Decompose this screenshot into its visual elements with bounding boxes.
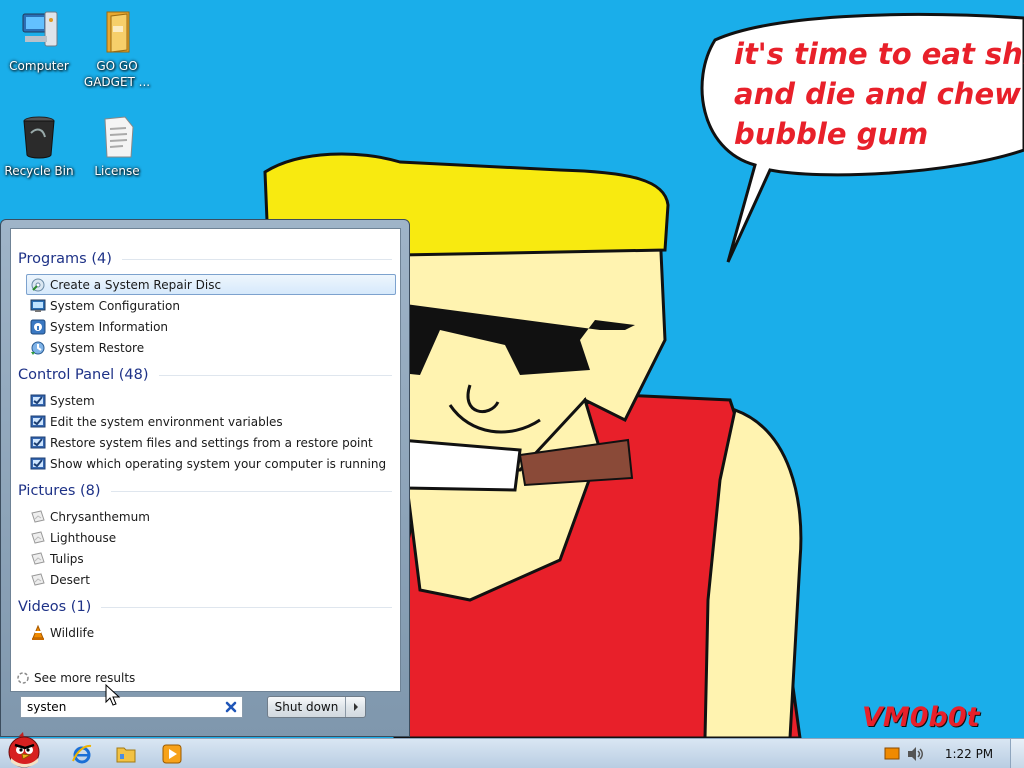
desktop-icon-license[interactable]: License: [80, 113, 154, 179]
result-item-desert[interactable]: Desert: [26, 569, 396, 590]
system-config-icon: [30, 299, 46, 312]
shutdown-control: Shut down: [267, 696, 366, 718]
desktop-icon-label: Computer: [9, 59, 69, 73]
result-item-system-information[interactable]: System Information: [26, 316, 396, 337]
result-label: Restore system files and settings from a…: [50, 435, 373, 450]
taskbar-windows-explorer[interactable]: [106, 740, 146, 767]
shutdown-options-button[interactable]: [346, 697, 365, 717]
result-label: System Configuration: [50, 298, 180, 313]
result-item-tulips[interactable]: Tulips: [26, 548, 396, 569]
result-label: Chrysanthemum: [50, 509, 150, 524]
result-item-wildlife[interactable]: Wildlife: [26, 622, 396, 643]
desktop-icon-label: Recycle Bin: [4, 164, 74, 178]
media-player-icon: [162, 744, 182, 763]
picture-file-icon: [31, 551, 45, 565]
system-info-icon: [30, 319, 46, 334]
result-item-system[interactable]: System: [26, 390, 396, 411]
speech-line: and die and chew: [734, 77, 1021, 111]
taskbar-clock[interactable]: 1:22 PM: [936, 739, 1002, 768]
control-panel-icon: [30, 415, 46, 427]
control-panel-icon: [30, 394, 46, 406]
recycle-bin-icon: [23, 116, 55, 159]
result-label: Wildlife: [50, 625, 95, 640]
control-panel-icon: [30, 436, 46, 448]
taskbar-media-player[interactable]: [152, 740, 192, 767]
angry-bird-icon: [8, 731, 40, 767]
volume-icon[interactable]: [906, 746, 924, 762]
desktop-icon-label: GO GO GADGET ...: [83, 59, 151, 89]
result-item-create-system-repair-disc[interactable]: Create a System Repair Disc: [26, 274, 396, 295]
start-search-box[interactable]: [20, 696, 243, 718]
start-menu: Programs (4) Create a System Repair Disc…: [0, 219, 410, 737]
desktop-icon-computer[interactable]: Computer: [2, 8, 76, 74]
document-icon: [104, 116, 134, 158]
result-item-lighthouse[interactable]: Lighthouse: [26, 527, 396, 548]
picture-file-icon: [31, 530, 45, 544]
see-more-icon: [17, 672, 29, 684]
desktop-icon-folder[interactable]: GO GO GADGET ...: [80, 8, 154, 90]
result-item-edit-environment-variables[interactable]: Edit the system environment variables: [26, 411, 396, 432]
group-title: Programs (4): [18, 251, 112, 267]
see-more-label: See more results: [34, 671, 136, 685]
repair-disc-icon: [31, 278, 45, 291]
wallpaper-signature: VM0b0t: [862, 702, 980, 733]
results-group-programs[interactable]: Programs (4): [18, 249, 392, 269]
mouse-cursor-icon: [105, 684, 121, 706]
picture-file-icon: [31, 509, 45, 523]
result-item-chrysanthemum[interactable]: Chrysanthemum: [26, 506, 396, 527]
control-panel-icon: [30, 457, 46, 469]
computer-icon: [22, 11, 58, 47]
group-title: Control Panel (48): [18, 367, 149, 383]
speech-line: bubble gum: [734, 117, 929, 151]
search-results-panel: Programs (4) Create a System Repair Disc…: [10, 228, 401, 692]
result-label: System Information: [50, 319, 169, 334]
chevron-right-icon: [353, 703, 358, 711]
result-item-system-restore[interactable]: System Restore: [26, 337, 396, 358]
windows-explorer-icon: [116, 747, 136, 762]
result-label: System: [50, 393, 95, 408]
show-desktop-button[interactable]: [1010, 739, 1024, 768]
shutdown-button[interactable]: Shut down: [268, 697, 346, 717]
result-item-restore-system-files[interactable]: Restore system files and settings from a…: [26, 432, 396, 453]
results-group-pictures[interactable]: Pictures (8): [18, 481, 392, 501]
desktop-icon-recycle-bin[interactable]: Recycle Bin: [2, 113, 76, 179]
result-item-system-configuration[interactable]: System Configuration: [26, 295, 396, 316]
taskbar: 1:22 PM: [0, 731, 1024, 768]
result-label: Show which operating system your compute…: [50, 456, 387, 471]
desktop-icon-label: License: [94, 164, 140, 178]
clear-search-icon[interactable]: [223, 699, 239, 715]
result-label: Tulips: [50, 551, 84, 566]
action-center-flag-icon[interactable]: [884, 747, 900, 761]
taskbar-internet-explorer[interactable]: [62, 740, 102, 767]
results-group-control-panel[interactable]: Control Panel (48): [18, 365, 392, 385]
group-title: Videos (1): [18, 599, 92, 615]
system-restore-icon: [31, 341, 45, 355]
start-button[interactable]: [2, 731, 46, 768]
picture-file-icon: [31, 572, 45, 586]
result-item-show-operating-system[interactable]: Show which operating system your compute…: [26, 453, 396, 474]
result-label: Lighthouse: [50, 530, 117, 545]
speech-bubble: it's time to eat shit and die and chew b…: [734, 34, 1024, 154]
result-label: Create a System Repair Disc: [50, 277, 222, 292]
result-label: Desert: [50, 572, 90, 587]
speech-line: it's time to eat shit: [734, 37, 1024, 71]
vlc-cone-icon: [32, 624, 44, 640]
group-title: Pictures (8): [18, 483, 101, 499]
results-group-videos[interactable]: Videos (1): [18, 597, 392, 617]
folder-icon: [106, 11, 130, 53]
result-label: Edit the system environment variables: [50, 414, 283, 429]
internet-explorer-icon: [72, 744, 92, 763]
result-label: System Restore: [50, 340, 145, 355]
